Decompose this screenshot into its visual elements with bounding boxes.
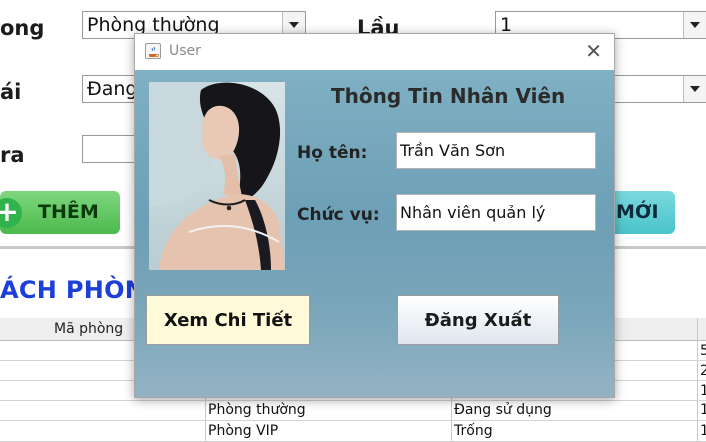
table-cell-trang-thai[interactable]: Trống [454, 423, 493, 439]
chevron-down-icon[interactable] [683, 12, 706, 38]
row-divider [0, 420, 706, 421]
name-field[interactable]: Trần Văn Sơn [396, 132, 596, 169]
role-field[interactable]: Nhân viên quản lý [396, 194, 596, 231]
logout-button[interactable]: Đăng Xuất [397, 295, 559, 345]
table-cell-gia[interactable]: 1 [700, 423, 706, 439]
dialog-heading: Thông Tin Nhân Viên [331, 84, 566, 108]
plus-icon: + [0, 198, 22, 228]
java-icon [145, 43, 161, 59]
table-cell-trang-thai[interactable]: Đang sử dụng [454, 402, 552, 418]
table-cell-loai[interactable]: Phòng VIP [208, 423, 278, 439]
moi-button-label: MỚI [616, 201, 659, 223]
them-button-label: THÊM [38, 201, 99, 223]
dialog-title: User [169, 43, 201, 59]
label-trang-thai: ái [0, 80, 22, 104]
table-cell[interactable]: 1 [700, 383, 706, 399]
label-loai-phong: ong [0, 16, 45, 40]
column-header-ma-phong[interactable]: Mã phòng [54, 321, 123, 337]
them-button[interactable]: + THÊM [0, 191, 120, 234]
role-label: Chức vụ: [297, 205, 380, 225]
table-cell-loai[interactable]: Phòng thường [208, 402, 306, 418]
name-label: Họ tên: [297, 143, 368, 163]
trang-thai-value: Đang [87, 78, 138, 100]
employee-photo [149, 82, 285, 270]
row-divider [0, 400, 706, 401]
view-details-button[interactable]: Xem Chi Tiết [146, 295, 310, 345]
table-cell[interactable]: 2 [700, 363, 706, 379]
chevron-down-icon[interactable] [683, 76, 706, 102]
table-cell[interactable]: 5 [700, 343, 706, 359]
dialog-titlebar[interactable]: User ✕ [135, 34, 614, 70]
user-dialog: User ✕ Thông Tin Nhân Viên Họ tên: Trần … [134, 33, 615, 398]
dialog-content: Thông Tin Nhân Viên Họ tên: Trần Văn Sơn… [135, 70, 614, 397]
label-gia: ra [0, 143, 25, 167]
table-cell-gia[interactable]: 1 [700, 402, 706, 418]
close-icon[interactable]: ✕ [585, 40, 602, 62]
